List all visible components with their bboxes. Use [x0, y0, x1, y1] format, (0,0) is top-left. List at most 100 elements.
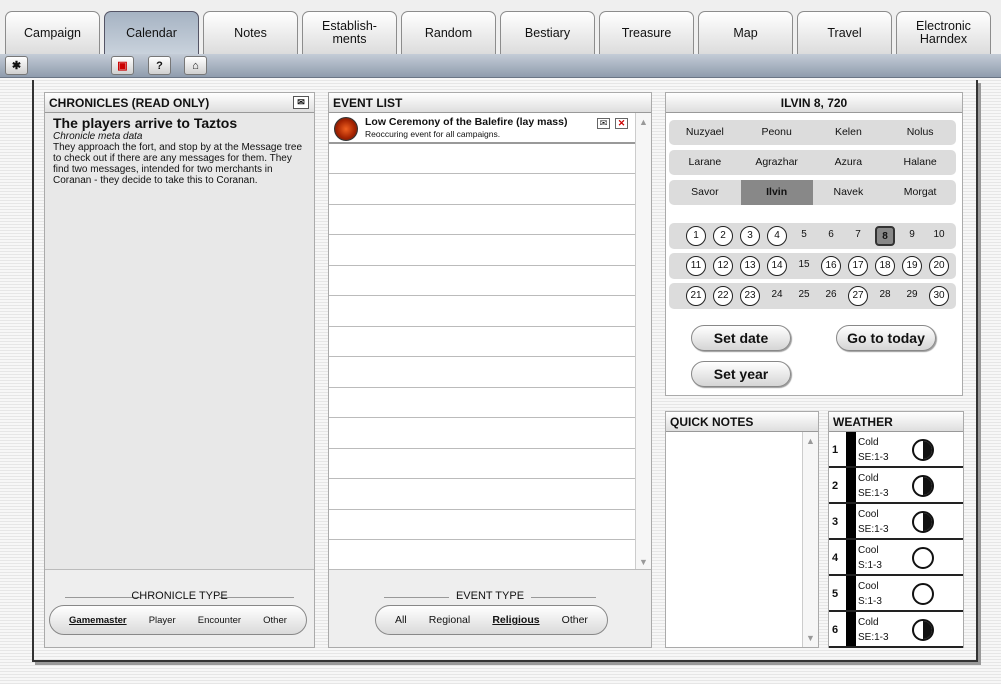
month-navek[interactable]: Navek [813, 180, 885, 205]
day-14[interactable]: 14 [767, 256, 787, 276]
month-peonu[interactable]: Peonu [741, 120, 813, 145]
day-1[interactable]: 1 [686, 226, 706, 246]
day-19[interactable]: 19 [902, 256, 922, 276]
tab-bestiary[interactable]: Bestiary [500, 11, 595, 54]
day-10[interactable]: 10 [929, 226, 949, 246]
month-nolus[interactable]: Nolus [884, 120, 956, 145]
month-row: Larane Agrazhar Azura Halane [669, 150, 956, 175]
tab-notes[interactable]: Notes [203, 11, 298, 54]
day-25[interactable]: 25 [794, 286, 814, 306]
tab-electronic-harndex[interactable]: Electronic Harndex [896, 11, 991, 54]
day-27[interactable]: 27 [848, 286, 868, 306]
quick-notes-panel: QUICK NOTES ▲ ▼ [665, 411, 819, 648]
event-row-empty[interactable] [329, 174, 635, 205]
day-15[interactable]: 15 [794, 256, 814, 276]
event-row-empty[interactable] [329, 327, 635, 357]
day-7[interactable]: 7 [848, 226, 868, 246]
tab-treasure[interactable]: Treasure [599, 11, 694, 54]
calendar-panel: ILVIN 8, 720 Nuzyael Peonu Kelen Nolus Laran… [665, 92, 963, 396]
weather-day-number: 6 [832, 624, 839, 636]
scroll-up-icon[interactable]: ▲ [805, 436, 816, 446]
weather-temp: Cold [858, 617, 879, 628]
day-8[interactable]: 8 [875, 226, 895, 246]
event-type-regional[interactable]: Regional [429, 614, 470, 626]
campaign-switch-icon[interactable]: ▣ [111, 56, 134, 75]
event-type-selector: All Regional Religious Other [375, 605, 608, 635]
day-16[interactable]: 16 [821, 256, 841, 276]
day-3[interactable]: 3 [740, 226, 760, 246]
event-row-empty[interactable] [329, 205, 635, 235]
tab-calendar[interactable]: Calendar [104, 11, 199, 54]
day-12[interactable]: 12 [713, 256, 733, 276]
set-date-button[interactable]: Set date [691, 325, 791, 351]
help-button[interactable]: ? [148, 56, 171, 75]
month-ilvin[interactable]: Ilvin [740, 180, 813, 205]
go-to-today-button[interactable]: Go to today [836, 325, 936, 351]
scroll-down-icon[interactable]: ▼ [805, 633, 816, 643]
day-28[interactable]: 28 [875, 286, 895, 306]
tab-campaign[interactable]: Campaign [5, 11, 100, 54]
scroll-down-icon[interactable]: ▼ [638, 557, 649, 567]
month-larane[interactable]: Larane [669, 150, 741, 175]
tab-bar: Campaign Calendar Notes Establish- ments Ran… [0, 0, 1001, 54]
month-kelen[interactable]: Kelen [813, 120, 885, 145]
day-21[interactable]: 21 [686, 286, 706, 306]
event-row-empty[interactable] [329, 235, 635, 266]
month-agrazhar[interactable]: Agrazhar [741, 150, 813, 175]
day-5[interactable]: 5 [794, 226, 814, 246]
home-icon[interactable]: ⌂ [184, 56, 207, 75]
day-22[interactable]: 22 [713, 286, 733, 306]
day-30[interactable]: 30 [929, 286, 949, 306]
day-6[interactable]: 6 [821, 226, 841, 246]
day-4[interactable]: 4 [767, 226, 787, 246]
tab-random[interactable]: Random [401, 11, 496, 54]
day-13[interactable]: 13 [740, 256, 760, 276]
event-scrollbar[interactable]: ▲ ▼ [635, 113, 651, 571]
bug-icon[interactable]: ✱ [5, 56, 28, 75]
chronicle-type-gamemaster[interactable]: Gamemaster [69, 615, 127, 626]
event-type-religious[interactable]: Religious [492, 614, 539, 626]
quick-notes-textarea[interactable]: ▲ ▼ [666, 432, 818, 647]
delete-icon[interactable]: ✕ [615, 118, 628, 129]
event-row-empty[interactable] [329, 388, 635, 418]
event-row[interactable]: Low Ceremony of the Balefire (lay mass) … [329, 113, 651, 144]
set-year-button[interactable]: Set year [691, 361, 791, 387]
event-type-other[interactable]: Other [562, 614, 588, 626]
mail-icon[interactable]: ✉ [597, 118, 610, 129]
month-halane[interactable]: Halane [884, 150, 956, 175]
day-24[interactable]: 24 [767, 286, 787, 306]
month-nuzyael[interactable]: Nuzyael [669, 120, 741, 145]
event-row-empty[interactable] [329, 266, 635, 296]
month-azura[interactable]: Azura [813, 150, 885, 175]
tab-map[interactable]: Map [698, 11, 793, 54]
day-23[interactable]: 23 [740, 286, 760, 306]
day-9[interactable]: 9 [902, 226, 922, 246]
event-row-empty[interactable] [329, 479, 635, 510]
weather-bar [846, 504, 856, 538]
tab-establish-ments[interactable]: Establish- ments [302, 11, 397, 54]
day-17[interactable]: 17 [848, 256, 868, 276]
day-18[interactable]: 18 [875, 256, 895, 276]
day-29[interactable]: 29 [902, 286, 922, 306]
month-savor[interactable]: Savor [669, 180, 741, 205]
event-row-empty[interactable] [329, 296, 635, 327]
quick-notes-scrollbar[interactable]: ▲ ▼ [802, 432, 818, 647]
event-row-empty[interactable] [329, 540, 635, 571]
event-row-empty[interactable] [329, 357, 635, 388]
chronicle-type-encounter[interactable]: Encounter [198, 615, 241, 626]
event-row-empty[interactable] [329, 144, 635, 174]
scroll-up-icon[interactable]: ▲ [638, 117, 649, 127]
day-26[interactable]: 26 [821, 286, 841, 306]
day-2[interactable]: 2 [713, 226, 733, 246]
month-morgat[interactable]: Morgat [884, 180, 956, 205]
event-type-all[interactable]: All [395, 614, 407, 626]
chronicle-type-other[interactable]: Other [263, 615, 287, 626]
tab-travel[interactable]: Travel [797, 11, 892, 54]
event-row-empty[interactable] [329, 449, 635, 479]
mail-icon[interactable]: ✉ [293, 96, 309, 109]
event-row-empty[interactable] [329, 510, 635, 540]
chronicle-type-player[interactable]: Player [149, 615, 176, 626]
day-20[interactable]: 20 [929, 256, 949, 276]
day-11[interactable]: 11 [686, 256, 706, 276]
event-row-empty[interactable] [329, 418, 635, 449]
